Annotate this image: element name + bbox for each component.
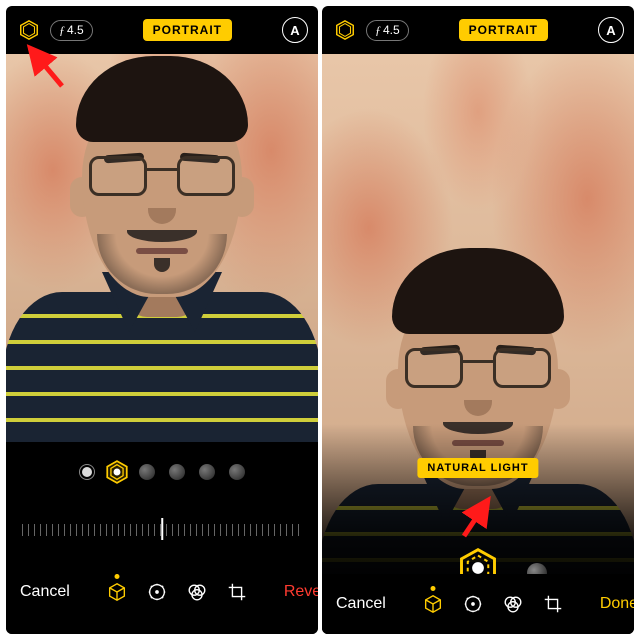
annotation-arrow bbox=[450, 486, 506, 542]
lighting-mode-button[interactable] bbox=[332, 17, 358, 43]
photo-preview: NATURAL LIGHT bbox=[322, 54, 634, 634]
lighting-options-row[interactable] bbox=[6, 442, 318, 502]
filters-icon bbox=[186, 581, 208, 603]
bottom-toolbar: Cancel Done bbox=[322, 574, 634, 634]
filters-tab-button[interactable] bbox=[502, 592, 524, 616]
cube-icon bbox=[422, 593, 444, 615]
adjust-tab-button[interactable] bbox=[462, 592, 484, 616]
photo-preview bbox=[6, 54, 318, 442]
fstop-value: 4.5 bbox=[383, 23, 400, 37]
fstop-prefix: ƒ bbox=[375, 23, 381, 38]
lighting-option-natural[interactable] bbox=[74, 459, 100, 485]
filters-icon bbox=[502, 593, 524, 615]
lighting-option-5[interactable] bbox=[224, 459, 250, 485]
top-toolbar: ƒ 4.5 PORTRAIT A bbox=[322, 6, 634, 54]
crop-icon bbox=[542, 593, 564, 615]
portrait-badge: PORTRAIT bbox=[143, 19, 232, 41]
crop-tab-button[interactable] bbox=[542, 592, 564, 616]
edit-panel: Cancel Revert bbox=[6, 442, 318, 634]
hexagon-icon bbox=[334, 19, 356, 41]
cancel-button[interactable]: Cancel bbox=[336, 595, 386, 613]
bottom-toolbar: Cancel Revert bbox=[6, 550, 318, 634]
lighting-name-badge: NATURAL LIGHT bbox=[417, 458, 538, 478]
screen-right: ƒ 4.5 PORTRAIT A bbox=[322, 6, 634, 634]
screen-left: ƒ 4.5 PORTRAIT A bbox=[6, 6, 318, 634]
hexagon-selected-icon bbox=[104, 453, 130, 491]
markup-icon: A bbox=[606, 23, 615, 38]
filters-tab-button[interactable] bbox=[186, 580, 208, 604]
intensity-slider[interactable] bbox=[6, 502, 318, 550]
done-button[interactable]: Done bbox=[600, 595, 634, 613]
lighting-option-2[interactable] bbox=[134, 459, 160, 485]
dial-icon bbox=[462, 593, 484, 615]
cancel-button[interactable]: Cancel bbox=[20, 583, 70, 601]
crop-icon bbox=[226, 581, 248, 603]
lighting-option-selected[interactable] bbox=[104, 459, 130, 485]
adjust-tab-button[interactable] bbox=[146, 580, 168, 604]
portrait-badge: PORTRAIT bbox=[459, 19, 548, 41]
portrait-tab-button[interactable] bbox=[106, 580, 128, 604]
lighting-option-4[interactable] bbox=[194, 459, 220, 485]
annotation-arrow bbox=[16, 36, 72, 92]
markup-button[interactable]: A bbox=[598, 17, 624, 43]
markup-button[interactable]: A bbox=[282, 17, 308, 43]
revert-button[interactable]: Revert bbox=[284, 583, 318, 601]
aperture-button[interactable]: ƒ 4.5 bbox=[366, 20, 409, 41]
fstop-value: 4.5 bbox=[67, 23, 84, 37]
markup-icon: A bbox=[290, 23, 299, 38]
cube-icon bbox=[106, 581, 128, 603]
portrait-tab-button[interactable] bbox=[422, 592, 444, 616]
lighting-option-3[interactable] bbox=[164, 459, 190, 485]
crop-tab-button[interactable] bbox=[226, 580, 248, 604]
dial-icon bbox=[146, 581, 168, 603]
